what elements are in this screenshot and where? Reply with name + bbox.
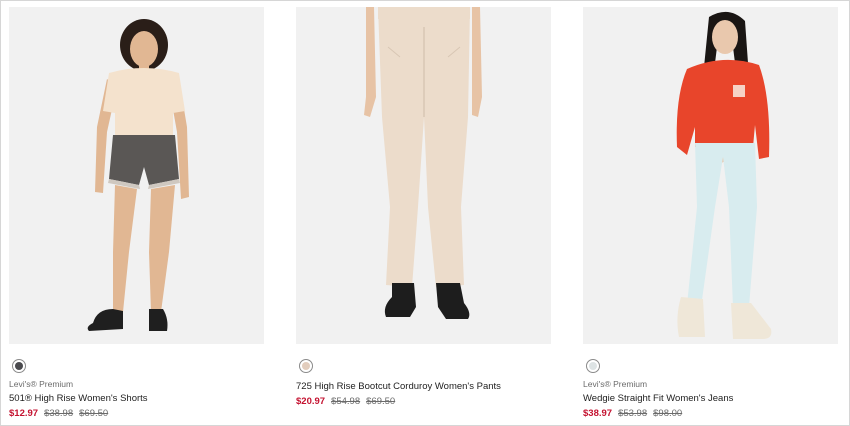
color-swatch[interactable]: [12, 359, 26, 373]
product-image-jeans[interactable]: [583, 7, 838, 344]
original-price: $54.98: [331, 396, 361, 407]
sale-price: $20.97: [296, 396, 326, 407]
product-card: Levi's® Premium Wedgie Straight Fit Wome…: [583, 7, 838, 419]
model-jeans-illustration: [583, 7, 838, 344]
product-brand: Levi's® Premium: [583, 379, 648, 389]
product-prices: $20.97 $54.98 $69.50: [296, 396, 401, 407]
list-price: $98.00: [653, 408, 683, 419]
product-name[interactable]: 725 High Rise Bootcut Corduroy Women's P…: [296, 381, 501, 392]
list-price: $69.50: [79, 408, 109, 419]
product-prices: $12.97 $38.98 $69.50: [9, 408, 114, 419]
original-price: $53.98: [618, 408, 648, 419]
product-name[interactable]: 501® High Rise Women's Shorts: [9, 393, 148, 404]
product-image-shorts[interactable]: [9, 7, 264, 344]
product-prices: $38.97 $53.98 $98.00: [583, 408, 688, 419]
legs-pants-illustration: [296, 7, 551, 344]
product-image-pants[interactable]: [296, 7, 551, 344]
list-price: $69.50: [366, 396, 396, 407]
product-card: Levi's® Premium 501® High Rise Women's S…: [9, 7, 264, 419]
color-swatch[interactable]: [299, 359, 313, 373]
product-brand: Levi's® Premium: [9, 379, 74, 389]
color-swatch[interactable]: [586, 359, 600, 373]
sale-price: $38.97: [583, 408, 613, 419]
product-name[interactable]: Wedgie Straight Fit Women's Jeans: [583, 393, 733, 404]
product-grid: Levi's® Premium 501® High Rise Women's S…: [0, 0, 850, 426]
sale-price: $12.97: [9, 408, 39, 419]
model-shorts-illustration: [9, 7, 264, 344]
original-price: $38.98: [44, 408, 74, 419]
product-card: 725 High Rise Bootcut Corduroy Women's P…: [296, 7, 551, 407]
